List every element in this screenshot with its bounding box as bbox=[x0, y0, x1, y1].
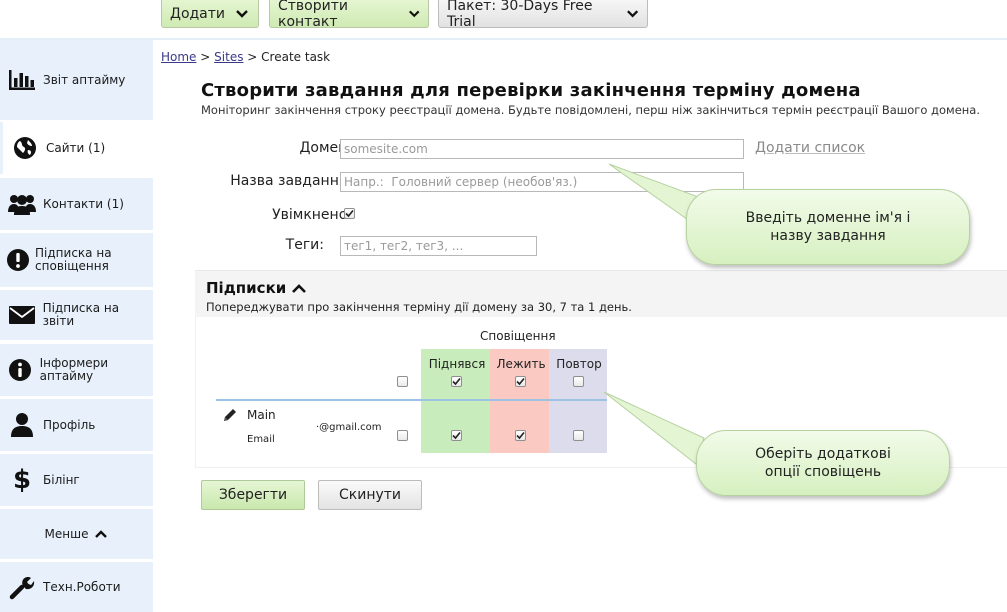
add-list-link[interactable]: Додати список bbox=[755, 140, 865, 156]
globe-icon bbox=[8, 135, 42, 161]
package-label: Пакет: 30-Days Free Trial bbox=[447, 0, 593, 30]
checkmark-icon bbox=[516, 377, 525, 386]
checkmark-icon bbox=[452, 431, 461, 440]
contact-email: ·@gmail.com bbox=[316, 422, 382, 433]
domain-label: Домен: bbox=[299, 140, 352, 156]
top-toolbar: Додати Створити контакт Пакет: 30-Days F… bbox=[0, 0, 1007, 40]
page-title: Створити завдання для перевірки закінчен… bbox=[201, 80, 861, 101]
sidebar-item-report-subscription[interactable]: Підписка на звіти bbox=[0, 290, 153, 340]
sidebar-item-label: Профіль bbox=[43, 417, 96, 432]
sidebar-item-uptime-report[interactable]: Звіт аптайму bbox=[0, 40, 153, 120]
callout-pointer bbox=[603, 391, 705, 465]
sidebar-item-label: Підписка на звіти bbox=[42, 301, 120, 328]
contact-up-checkbox[interactable] bbox=[451, 430, 462, 441]
wrench-icon bbox=[5, 574, 39, 600]
checkmark-icon bbox=[452, 377, 461, 386]
down-all-checkbox[interactable] bbox=[515, 376, 526, 387]
sidebar-item-label: Менше bbox=[44, 526, 89, 541]
column-up-label: Піднявся bbox=[428, 357, 486, 371]
pencil-icon[interactable] bbox=[222, 407, 238, 423]
sidebar-item-label: Білінг bbox=[43, 472, 80, 487]
users-icon bbox=[5, 192, 39, 216]
bar-chart-icon bbox=[5, 69, 39, 91]
user-icon bbox=[5, 412, 39, 438]
sidebar-item-profile[interactable]: Профіль bbox=[0, 399, 153, 451]
breadcrumb-current: Create task bbox=[261, 50, 331, 64]
domain-input[interactable] bbox=[340, 139, 744, 159]
add-dropdown-button[interactable]: Додати bbox=[161, 0, 259, 28]
info-icon bbox=[5, 357, 36, 383]
checkmark-icon bbox=[516, 431, 525, 440]
reset-button[interactable]: Скинути bbox=[318, 480, 422, 510]
task-name-label: Назва завдання: bbox=[230, 173, 352, 189]
breadcrumb-separator: > bbox=[200, 50, 211, 64]
chevron-up-icon bbox=[292, 284, 307, 293]
sidebar-item-maintenance[interactable]: Техн.Роботи bbox=[0, 562, 153, 612]
sidebar: Звіт аптайму Сайти (1) Контакти (1) Підп… bbox=[0, 40, 154, 612]
breadcrumb-home-link[interactable]: Home bbox=[161, 50, 196, 64]
chevron-up-icon bbox=[95, 530, 108, 538]
select-all-checkbox[interactable] bbox=[397, 376, 408, 387]
contact-name: Main bbox=[247, 408, 276, 422]
sidebar-item-alert-subscription[interactable]: Підписка на сповіщення bbox=[0, 233, 153, 287]
sidebar-item-less-toggle[interactable]: Менше bbox=[0, 509, 153, 559]
sidebar-item-label: Техн.Роботи bbox=[43, 579, 121, 594]
subscriptions-toggle[interactable]: Підписки bbox=[206, 279, 307, 297]
chevron-down-icon bbox=[236, 9, 248, 18]
notifications-header: Сповіщення bbox=[480, 329, 556, 343]
sidebar-item-sites[interactable]: Сайти (1) bbox=[0, 122, 153, 174]
sidebar-item-label: Сайти (1) bbox=[46, 140, 106, 155]
sidebar-item-uptime-informers[interactable]: Інформери аптайму bbox=[0, 344, 153, 396]
subscriptions-title: Підписки bbox=[206, 279, 287, 297]
breadcrumb: Home > Sites > Create task bbox=[161, 50, 330, 64]
dollar-icon: $ bbox=[12, 465, 32, 495]
contact-select-checkbox[interactable] bbox=[397, 430, 408, 441]
sidebar-item-label: Звіт аптайму bbox=[43, 72, 126, 87]
checkmark-icon bbox=[345, 209, 354, 218]
envelope-icon bbox=[5, 305, 39, 325]
up-all-checkbox[interactable] bbox=[451, 376, 462, 387]
alert-icon bbox=[5, 247, 31, 273]
page-subtitle: Моніторинг закінчення строку реєстрації … bbox=[201, 103, 981, 117]
sidebar-item-label: Інформери аптайму bbox=[39, 356, 109, 383]
chevron-down-icon bbox=[408, 10, 419, 17]
tags-input[interactable] bbox=[340, 236, 537, 256]
subscriptions-description: Попереджувати про закінчення терміну дії… bbox=[206, 300, 632, 314]
sidebar-item-label: Контакти (1) bbox=[43, 196, 124, 211]
breadcrumb-separator: > bbox=[247, 50, 258, 64]
enabled-checkbox[interactable] bbox=[344, 208, 355, 219]
create-contact-dropdown-button[interactable]: Створити контакт bbox=[269, 0, 429, 30]
options-hint-callout: Оберіть додаткові опції сповіщень bbox=[696, 430, 950, 496]
sidebar-item-billing[interactable]: $ Білінг bbox=[0, 454, 153, 506]
repeat-all-checkbox[interactable] bbox=[573, 376, 584, 387]
sidebar-item-label: Підписка на сповіщення bbox=[35, 246, 112, 273]
enabled-label: Увімкнено: bbox=[272, 207, 352, 223]
column-down-label: Лежить bbox=[496, 357, 546, 371]
create-contact-label: Створити контакт bbox=[278, 0, 348, 30]
sidebar-item-contacts[interactable]: Контакти (1) bbox=[0, 178, 153, 230]
tags-label: Теги: bbox=[285, 237, 324, 253]
breadcrumb-sites-link[interactable]: Sites bbox=[214, 50, 243, 64]
chevron-down-icon bbox=[626, 9, 638, 17]
contact-repeat-checkbox[interactable] bbox=[573, 430, 584, 441]
row-divider bbox=[216, 399, 607, 401]
save-button[interactable]: Зберегти bbox=[201, 480, 305, 510]
package-dropdown-button[interactable]: Пакет: 30-Days Free Trial bbox=[438, 0, 648, 30]
add-button-label: Додати bbox=[170, 5, 226, 22]
contact-type: Email bbox=[247, 434, 275, 445]
domain-hint-callout: Введіть доменне ім'я і назву завдання bbox=[686, 189, 970, 265]
contact-down-checkbox[interactable] bbox=[515, 430, 526, 441]
column-repeat-label: Повтор bbox=[556, 357, 602, 371]
